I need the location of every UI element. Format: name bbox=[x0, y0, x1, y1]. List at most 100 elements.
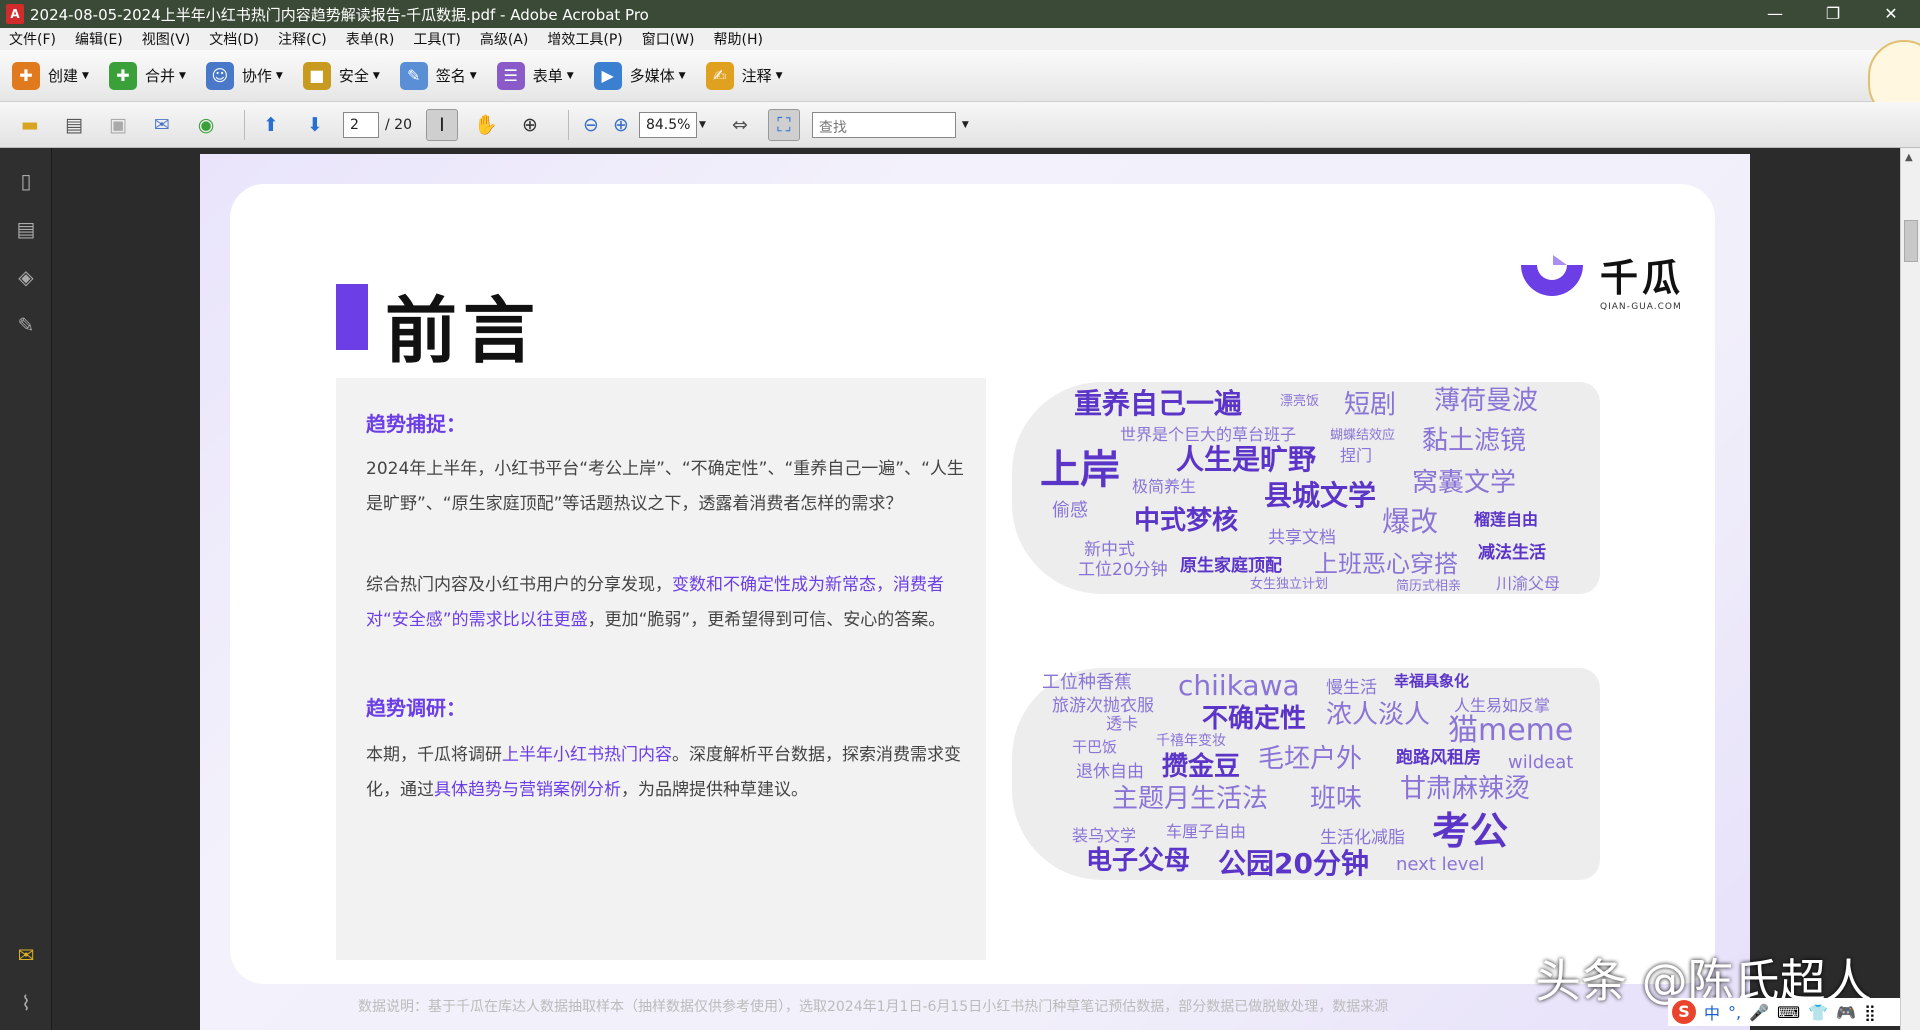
intro-paragraph-1: 2024年上半年，小红书平台“考公上岸”、“不确定性”、“重养自己一遍”、“人生… bbox=[366, 459, 964, 514]
game-icon[interactable]: 🎮 bbox=[1836, 1003, 1856, 1022]
menu-file[interactable]: 文件(F) bbox=[0, 29, 66, 49]
print-icon[interactable]: ▤ bbox=[58, 109, 90, 141]
share-icon[interactable]: ◉ bbox=[190, 109, 222, 141]
multimedia-icon: ▶ bbox=[593, 61, 622, 90]
fit-page-icon[interactable]: ⛶ bbox=[767, 108, 800, 141]
page-heading: 前言 bbox=[385, 289, 542, 373]
microphone-icon[interactable]: 🎤 bbox=[1749, 1003, 1769, 1022]
form-icon: ☰ bbox=[496, 61, 525, 90]
pen-icon: ✎ bbox=[399, 61, 428, 90]
cloud-word: 猫meme bbox=[1448, 713, 1574, 748]
cloud-word: 偷感 bbox=[1052, 500, 1088, 521]
menu-advanced[interactable]: 高级(A) bbox=[471, 29, 539, 49]
zoom-out-icon[interactable]: ⊖ bbox=[579, 109, 603, 141]
next-page-icon[interactable]: ⬇ bbox=[299, 109, 331, 141]
zoom-in-icon[interactable]: ⊕ bbox=[609, 109, 633, 141]
cloud-word: 榴莲自由 bbox=[1474, 510, 1539, 529]
cloud-word: 退休自由 bbox=[1076, 762, 1144, 782]
cloud-word: 捏门 bbox=[1340, 446, 1373, 465]
cloud-word: chiikawa bbox=[1178, 669, 1300, 702]
cloud-word: 装乌文学 bbox=[1072, 826, 1137, 845]
previous-page-icon[interactable]: ⬆ bbox=[255, 109, 287, 141]
close-button[interactable]: ✕ bbox=[1862, 0, 1920, 28]
collaborate-icon: ☺ bbox=[205, 61, 234, 90]
scrollbar-thumb[interactable] bbox=[1904, 220, 1918, 262]
hand-tool-icon[interactable]: ✋ bbox=[470, 109, 502, 141]
cloud-word: 上岸 bbox=[1040, 447, 1120, 493]
cloud-word: 工位种香蕉 bbox=[1042, 672, 1132, 693]
find-input[interactable]: 查找 bbox=[811, 111, 956, 138]
select-text-icon[interactable]: I bbox=[425, 108, 458, 141]
cloud-word: 生活化减脂 bbox=[1320, 828, 1405, 848]
open-folder-icon[interactable]: ▬ bbox=[14, 109, 46, 141]
menu-view[interactable]: 视图(V) bbox=[133, 29, 201, 49]
menu-tools[interactable]: 工具(T) bbox=[404, 29, 470, 49]
combine-button[interactable]: ✚ 合并 ▼ bbox=[108, 61, 186, 90]
fit-width-icon[interactable]: ⇔ bbox=[724, 109, 756, 141]
email-icon[interactable]: ✉ bbox=[146, 109, 178, 141]
maximize-button[interactable]: ❐ bbox=[1804, 0, 1862, 28]
cloud-word: 甘肃麻辣烫 bbox=[1400, 774, 1531, 804]
cloud-word: 电子父母 bbox=[1086, 846, 1191, 876]
cloud-word: 浓人淡人 bbox=[1326, 700, 1431, 730]
keyboard-icon[interactable]: ⌨ bbox=[1777, 1003, 1800, 1022]
comment-button[interactable]: ✍ 注释 ▼ bbox=[705, 61, 783, 90]
sign-button[interactable]: ✎ 签名 ▼ bbox=[399, 61, 477, 90]
secure-button[interactable]: ■ 安全 ▼ bbox=[302, 61, 380, 90]
find-dropdown-icon[interactable]: ▼ bbox=[962, 120, 969, 130]
toolbox-icon[interactable]: ⣿ bbox=[1864, 1003, 1876, 1022]
logo-text-cn: 千瓜 bbox=[1600, 256, 1685, 300]
navigation-toolbar: ▬ ▤ ▣ ✉ ◉ ⬆ ⬇ 2 / 20 I ✋ ⊕ ⊖ ⊕ 84.5% ▼ ⇔… bbox=[0, 102, 1920, 148]
cloud-word: 薄荷曼波 bbox=[1434, 386, 1539, 416]
cloud-word: 减法生活 bbox=[1478, 543, 1546, 563]
collaborate-button[interactable]: ☺ 协作 ▼ bbox=[205, 61, 283, 90]
ime-punctuation[interactable]: °, bbox=[1728, 1003, 1741, 1022]
pages-icon[interactable]: ▯ bbox=[11, 166, 41, 196]
cloud-word: 简历式相亲 bbox=[1396, 579, 1462, 594]
zoom-dropdown-icon[interactable]: ▼ bbox=[699, 120, 706, 130]
menu-edit[interactable]: 编辑(E) bbox=[66, 29, 133, 49]
cloud-word: 跑路风租房 bbox=[1396, 748, 1481, 768]
save-icon[interactable]: ▣ bbox=[102, 109, 134, 141]
cloud-word: 幸福具象化 bbox=[1394, 672, 1470, 690]
zoom-level-input[interactable]: 84.5% bbox=[638, 111, 697, 138]
menu-bar: 文件(F) 编辑(E) 视图(V) 文档(D) 注释(C) 表单(R) 工具(T… bbox=[0, 28, 1920, 50]
cloud-word: wildeat bbox=[1508, 752, 1574, 773]
menu-comments[interactable]: 注释(C) bbox=[269, 29, 337, 49]
ime-chinese-mode[interactable]: 中 bbox=[1704, 1000, 1720, 1024]
scroll-up-icon[interactable]: ▲ bbox=[1905, 152, 1913, 163]
create-button[interactable]: ✚ 创建 ▼ bbox=[12, 61, 89, 90]
signatures-icon[interactable]: ✎ bbox=[11, 310, 41, 340]
multimedia-button[interactable]: ▶ 多媒体 ▼ bbox=[593, 61, 686, 90]
bookmarks-icon[interactable]: ▤ bbox=[11, 214, 41, 244]
intro-paragraph-2: 综合热门内容及小红书用户的分享发现，变数和不确定性成为新常态，消费者对“安全感”… bbox=[366, 575, 946, 630]
trend-capture-heading: 趋势捕捉： bbox=[366, 412, 466, 436]
forms-button[interactable]: ☰ 表单 ▼ bbox=[496, 61, 574, 90]
cloud-word: 工位20分钟 bbox=[1078, 560, 1168, 580]
menu-window[interactable]: 窗口(W) bbox=[633, 29, 705, 49]
comments-icon[interactable]: ✉ bbox=[11, 940, 41, 970]
skin-icon[interactable]: 👕 bbox=[1808, 1003, 1828, 1022]
menu-forms[interactable]: 表单(R) bbox=[337, 29, 405, 49]
page-number-input[interactable]: 2 bbox=[343, 111, 379, 138]
menu-help[interactable]: 帮助(H) bbox=[705, 29, 773, 49]
vertical-scrollbar[interactable]: ▲ bbox=[1900, 148, 1920, 1030]
cloud-word: 人生是旷野 bbox=[1176, 443, 1317, 476]
sogou-ime-icon[interactable]: S bbox=[1672, 1000, 1696, 1024]
zoom-tool-icon[interactable]: ⊕ bbox=[514, 109, 546, 141]
word-cloud-1: 重养自己一遍 漂亮饭 短剧 薄荷曼波 世界是个巨大的草台班子 蝴蝶结效应 上岸 … bbox=[1012, 382, 1600, 594]
cloud-word: 共享文档 bbox=[1268, 528, 1336, 548]
menu-document[interactable]: 文档(D) bbox=[200, 29, 269, 49]
minimize-button[interactable]: — bbox=[1746, 0, 1804, 28]
cloud-word: 县城文学 bbox=[1264, 479, 1377, 512]
cloud-word: 窝囊文学 bbox=[1412, 468, 1517, 498]
attachments-icon[interactable]: ⌇ bbox=[11, 988, 41, 1018]
toolbar-divider bbox=[567, 109, 569, 140]
cloud-word: 旅游次抛衣服 bbox=[1052, 696, 1154, 716]
menu-plugins[interactable]: 增效工具(P) bbox=[538, 29, 632, 49]
window-titlebar: A 2024-08-05-2024上半年小红书热门内容趋势解读报告-千瓜数据.p… bbox=[0, 0, 1920, 28]
cloud-word: 攒金豆 bbox=[1162, 752, 1241, 782]
layers-icon[interactable]: ◈ bbox=[11, 262, 41, 292]
cloud-word: 女生独立计划 bbox=[1250, 577, 1329, 592]
page-card: 前言 千瓜 QIAN-GUA.COM 趋势捕捉： 2024年上半年，小红书平台“… bbox=[230, 184, 1715, 1015]
